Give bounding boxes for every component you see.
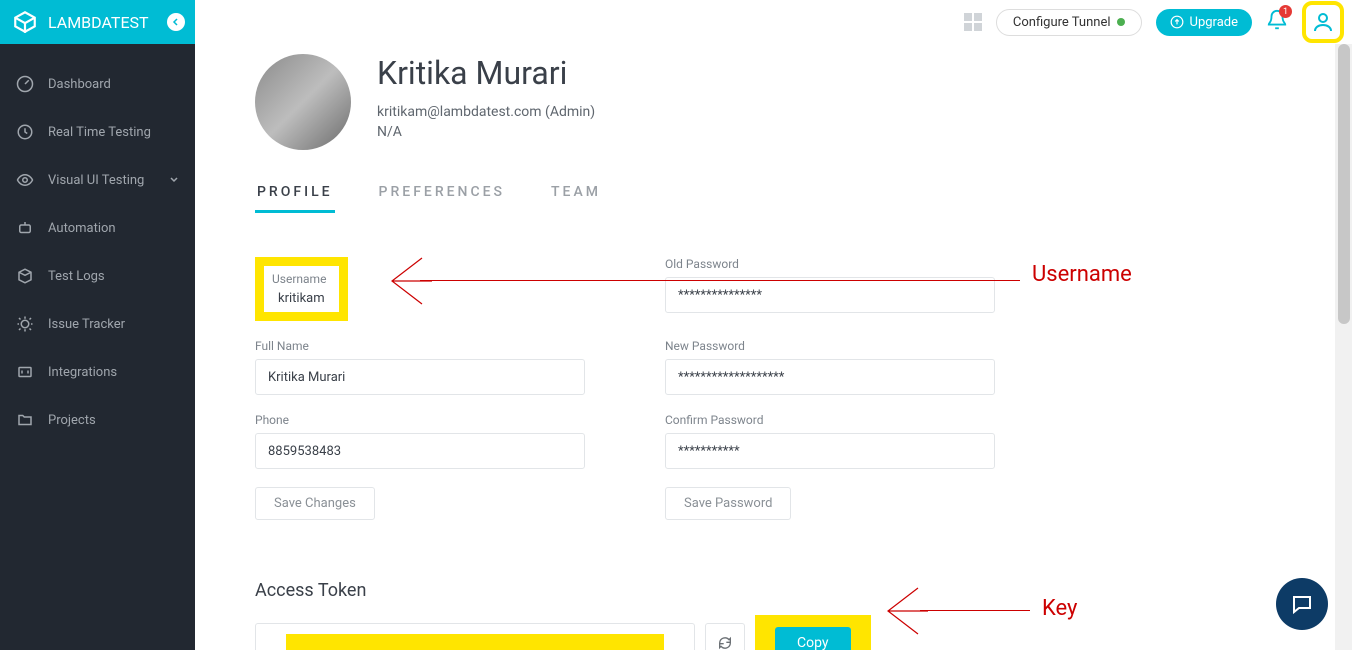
sidebar-item-automation[interactable]: Automation (0, 204, 195, 252)
dashboard-icon (16, 75, 34, 93)
fullname-label: Full Name (255, 339, 585, 353)
username-highlight: Username kritikam (255, 257, 348, 321)
sidebar-item-realtime[interactable]: Real Time Testing (0, 108, 195, 156)
bug-icon (16, 315, 34, 333)
integrations-icon (16, 363, 34, 381)
sidebar-item-label: Integrations (48, 365, 117, 380)
notification-badge: 1 (1279, 5, 1292, 18)
token-mask (286, 634, 664, 650)
oldpw-field[interactable] (665, 277, 995, 313)
tunnel-status-dot (1117, 18, 1125, 26)
sidebar-item-label: Automation (48, 221, 116, 236)
fullname-field[interactable] (255, 359, 585, 395)
token-refresh-button[interactable] (705, 623, 745, 650)
oldpw-label: Old Password (665, 257, 995, 271)
brand-text: LAMBDATEST (48, 13, 149, 32)
sidebar-item-label: Test Logs (48, 269, 105, 284)
profile-avatar (255, 54, 351, 150)
profile-na: N/A (377, 124, 595, 140)
apps-grid-icon[interactable] (964, 13, 982, 31)
chevron-down-icon (169, 175, 179, 185)
box-icon (16, 267, 34, 285)
upgrade-button[interactable]: Upgrade (1156, 9, 1252, 36)
tunnel-label: Configure Tunnel (1013, 15, 1111, 30)
newpw-label: New Password (665, 339, 995, 353)
sidebar-item-projects[interactable]: Projects (0, 396, 195, 444)
logo-icon (12, 9, 38, 35)
chat-fab[interactable] (1276, 578, 1328, 630)
sidebar: Dashboard Real Time Testing Visual UI Te… (0, 44, 195, 650)
sidebar-item-label: Visual UI Testing (48, 173, 144, 188)
sidebar-item-label: Real Time Testing (48, 125, 151, 140)
access-token-title: Access Token (255, 580, 1292, 601)
profile-email: kritikam@lambdatest.com (Admin) (377, 104, 595, 120)
sidebar-item-label: Dashboard (48, 77, 111, 92)
eye-icon (16, 171, 34, 189)
newpw-field[interactable] (665, 359, 995, 395)
logo-area: LAMBDATEST (0, 0, 195, 44)
account-avatar-button[interactable] (1302, 1, 1344, 43)
sidebar-item-testlogs[interactable]: Test Logs (0, 252, 195, 300)
clock-icon (16, 123, 34, 141)
confpw-field[interactable] (665, 433, 995, 469)
token-field[interactable] (255, 623, 695, 650)
tab-preferences[interactable]: PREFERENCES (377, 174, 507, 213)
sidebar-collapse-button[interactable] (167, 13, 185, 31)
sidebar-item-dashboard[interactable]: Dashboard (0, 60, 195, 108)
notifications-button[interactable]: 1 (1266, 9, 1288, 35)
save-password-button[interactable]: Save Password (665, 487, 791, 520)
tab-team[interactable]: TEAM (549, 174, 603, 213)
save-changes-button[interactable]: Save Changes (255, 487, 375, 520)
chevron-left-icon (172, 18, 180, 26)
sidebar-item-integrations[interactable]: Integrations (0, 348, 195, 396)
copy-highlight: Copy (755, 615, 871, 650)
copy-button[interactable]: Copy (775, 627, 851, 650)
sidebar-item-visualui[interactable]: Visual UI Testing (0, 156, 195, 204)
sidebar-item-issuetracker[interactable]: Issue Tracker (0, 300, 195, 348)
username-field[interactable]: kritikam (272, 287, 331, 310)
profile-name: Kritika Murari (377, 54, 595, 92)
user-icon (1311, 10, 1335, 34)
robot-icon (16, 219, 34, 237)
phone-field[interactable] (255, 433, 585, 469)
folder-icon (16, 411, 34, 429)
tab-profile[interactable]: PROFILE (255, 174, 335, 213)
username-label: Username (272, 272, 326, 286)
refresh-icon (717, 635, 733, 650)
phone-label: Phone (255, 413, 585, 427)
configure-tunnel-button[interactable]: Configure Tunnel (996, 9, 1142, 36)
chat-icon (1290, 592, 1314, 616)
upgrade-icon (1170, 15, 1184, 29)
sidebar-item-label: Issue Tracker (48, 317, 125, 332)
upgrade-label: Upgrade (1190, 15, 1238, 30)
sidebar-item-label: Projects (48, 413, 96, 428)
confpw-label: Confirm Password (665, 413, 995, 427)
